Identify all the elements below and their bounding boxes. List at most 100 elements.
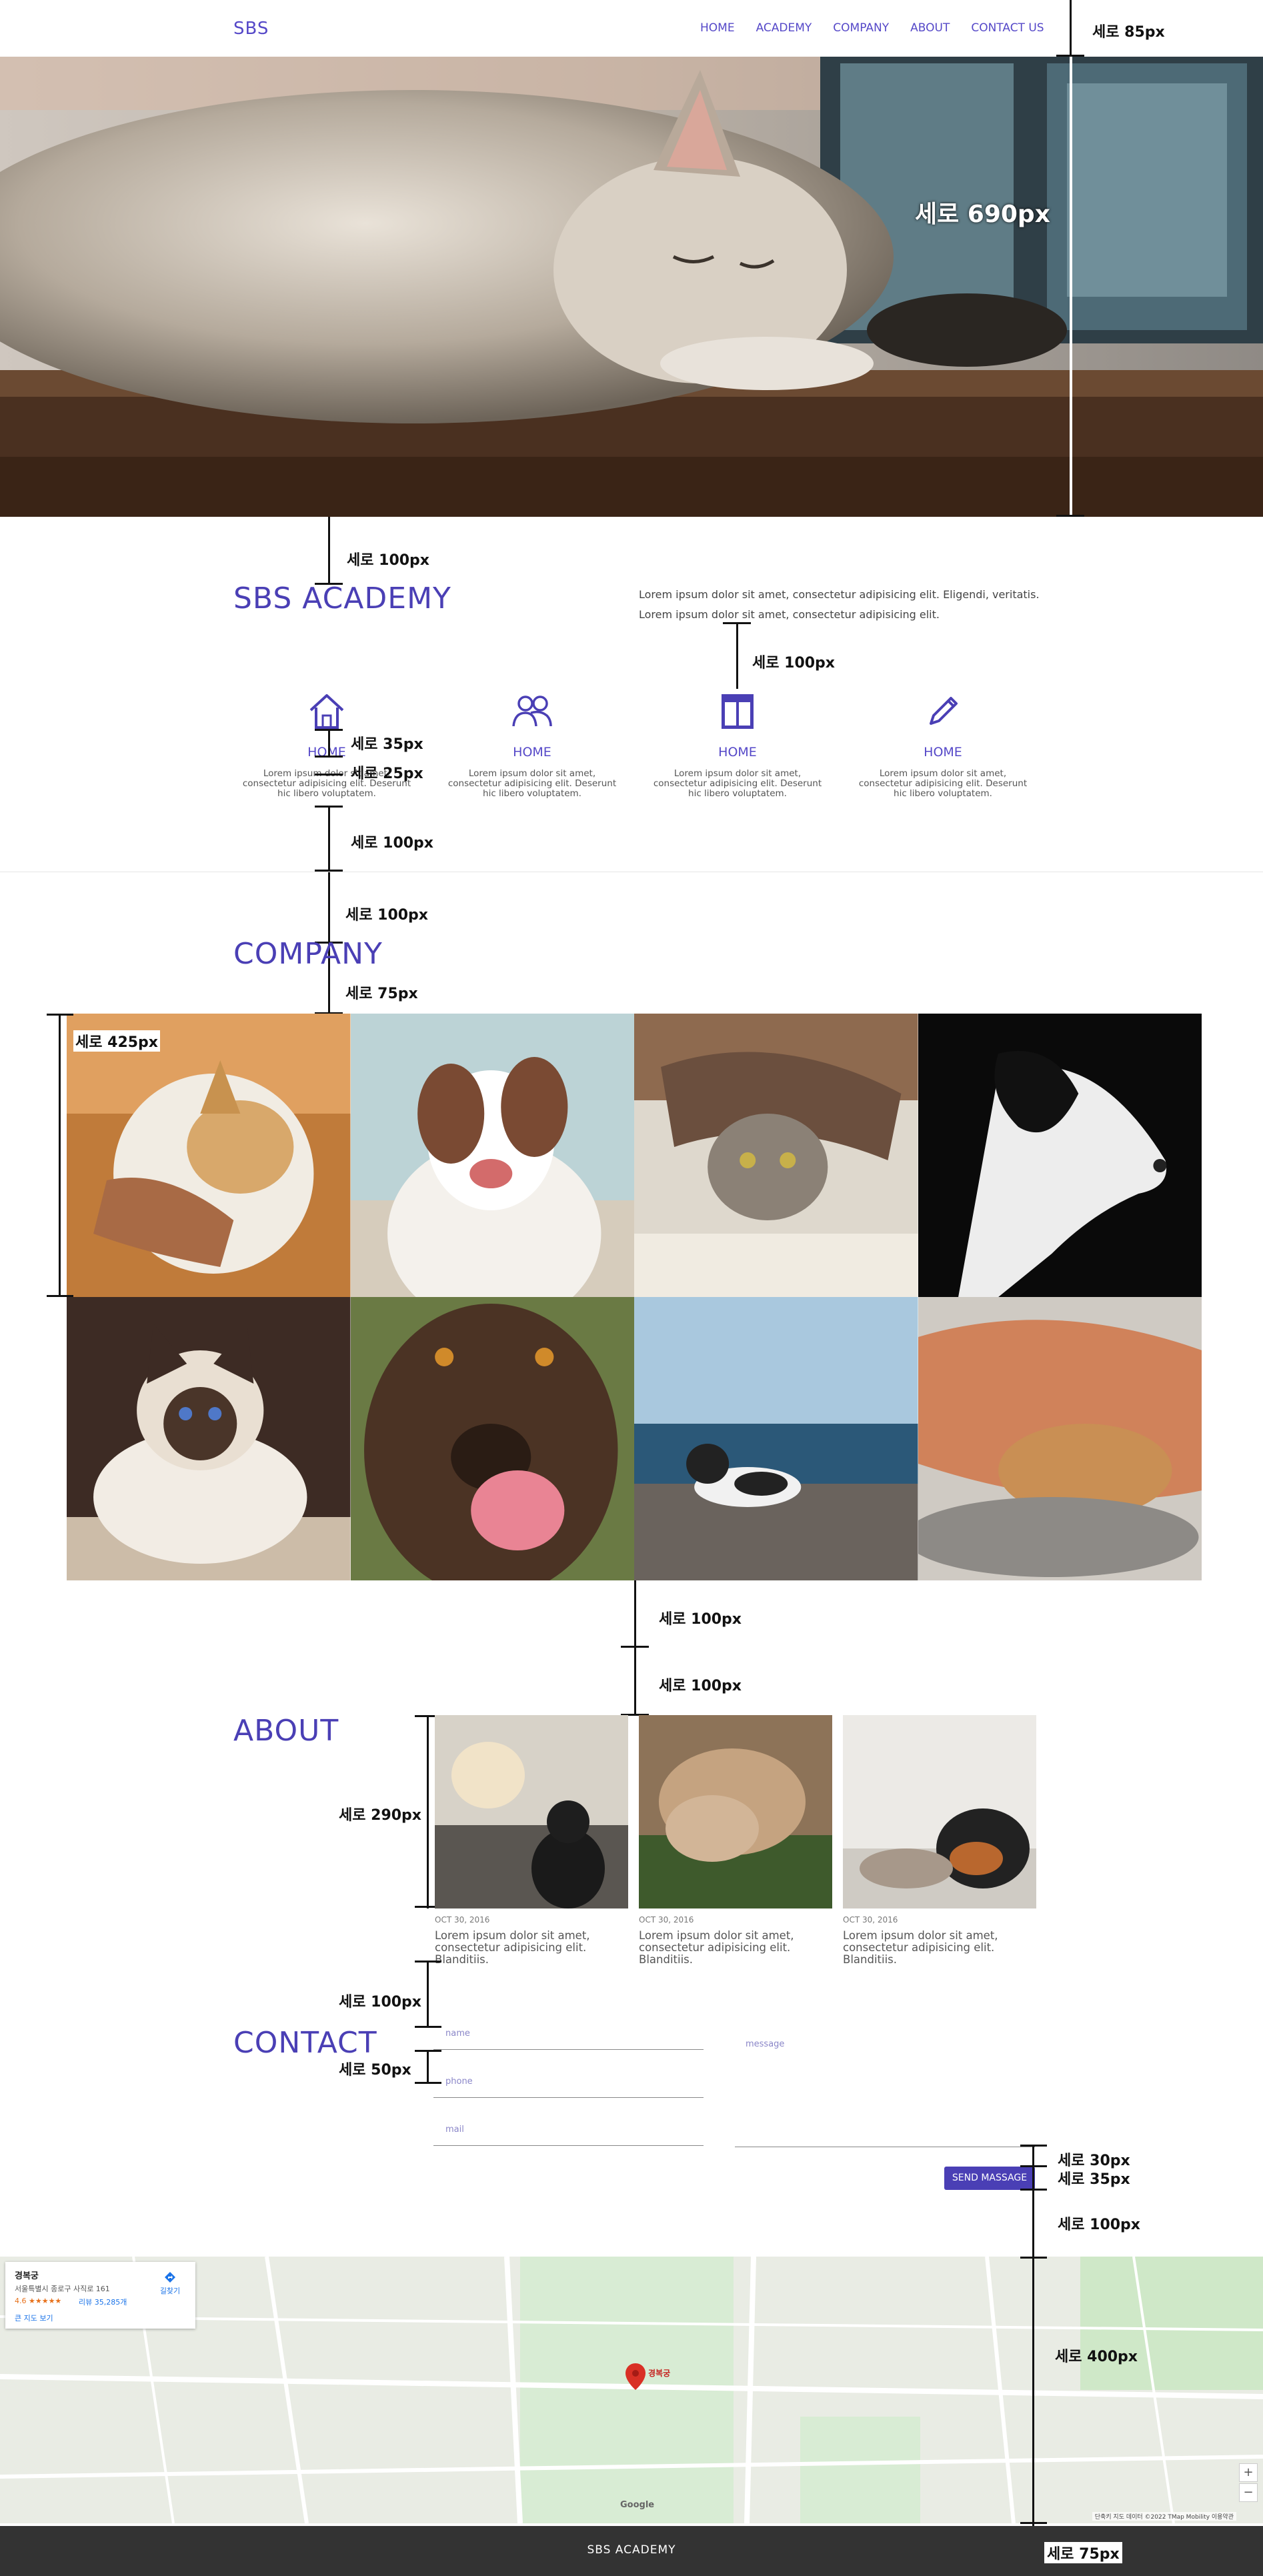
- dog-cat-photo: [843, 1715, 1036, 1908]
- measure-cap: [315, 806, 343, 808]
- feature-card-layout: HOME Lorem ipsum dolor sit amet, consect…: [648, 690, 828, 799]
- post-date: OCT 30, 2016: [843, 1915, 898, 1924]
- larger-map-link[interactable]: 큰 지도 보기: [15, 2313, 53, 2323]
- measure-label-post-height: 세로 290px: [339, 1807, 422, 1824]
- nav-home[interactable]: HOME: [700, 21, 735, 35]
- post-text: Lorem ipsum dolor sit amet, consectetur …: [435, 1929, 590, 1966]
- measure-cap: [1020, 2257, 1047, 2259]
- measure-cap: [315, 729, 343, 731]
- gallery-image-cat-hand[interactable]: [67, 1014, 351, 1297]
- nav-company[interactable]: COMPANY: [833, 21, 889, 35]
- measure-label-academy-top: 세로 100px: [347, 552, 430, 569]
- measure-cap: [1056, 515, 1084, 517]
- message-field[interactable]: message: [735, 2034, 1035, 2147]
- hero-cat-photo: [0, 57, 1263, 517]
- measure-label-gallery-bottom: 세로 100px: [659, 1611, 742, 1628]
- feature-title: HOME: [718, 745, 757, 760]
- gallery-image-dog-profile[interactable]: [918, 1014, 1202, 1297]
- feature-card-pencil: HOME Lorem ipsum dolor sit amet, consect…: [853, 690, 1033, 799]
- dog-photo: [918, 1297, 1202, 1580]
- measure-line-contact-top: [427, 1961, 429, 2027]
- gallery-image-siamese-cat[interactable]: [67, 1297, 351, 1580]
- message-placeholder: message: [746, 2039, 785, 2049]
- post-image-cat-kitten: [639, 1715, 832, 1908]
- measure-line-gallery-row: [59, 1014, 61, 1297]
- measure-cap: [47, 1295, 73, 1297]
- pencil-icon: [930, 697, 958, 725]
- gallery-image-dog-smile[interactable]: [350, 1014, 634, 1297]
- measure-line-contact-gap: [427, 2050, 429, 2083]
- measure-line-gallery-bottom: [634, 1580, 636, 1715]
- academy-description-line-1: Lorem ipsum dolor sit amet, consectetur …: [639, 588, 1040, 601]
- gallery-image-cat-blanket[interactable]: [634, 1014, 918, 1297]
- measure-cap: [1020, 2165, 1047, 2167]
- zoom-out-button[interactable]: −: [1239, 2483, 1258, 2502]
- feature-text: Lorem ipsum dolor sit amet, consectetur …: [447, 768, 617, 799]
- measure-label-contact-top: 세로 100px: [339, 1994, 422, 2011]
- main-nav: HOME ACADEMY COMPANY ABOUT CONTACT US: [700, 21, 1044, 35]
- map-marker-label: 경복궁: [648, 2369, 671, 2378]
- measure-line-academy-desc: [736, 622, 738, 689]
- mail-field[interactable]: mail: [433, 2119, 704, 2146]
- nav-academy[interactable]: ACADEMY: [756, 21, 812, 35]
- directions-button[interactable]: 길찾기: [157, 2271, 183, 2296]
- measure-cap: [315, 756, 343, 758]
- post-date: OCT 30, 2016: [639, 1915, 694, 1924]
- about-post[interactable]: OCT 30, 2016 Lorem ipsum dolor sit amet,…: [639, 1715, 832, 1966]
- name-field[interactable]: name: [433, 2023, 704, 2050]
- zoom-in-button[interactable]: +: [1239, 2463, 1258, 2482]
- phone-field[interactable]: phone: [433, 2071, 704, 2098]
- measure-label-title: 세로 25px: [351, 766, 423, 782]
- measure-cap: [47, 1014, 73, 1016]
- gallery-image-dog-blanket[interactable]: [918, 1297, 1202, 1580]
- feature-title: HOME: [924, 745, 962, 760]
- nav-contact-us[interactable]: CONTACT US: [971, 21, 1044, 35]
- home-icon: [309, 694, 344, 729]
- measure-cap: [1020, 2522, 1047, 2524]
- cat-photo: [634, 1014, 918, 1297]
- measure-label-btn-height: 세로 35px: [1058, 2171, 1130, 2188]
- cat-photo: [639, 1715, 832, 1908]
- phone-placeholder: phone: [445, 2077, 473, 2087]
- dog-photo: [918, 1014, 1202, 1297]
- measure-line-button: [1032, 2145, 1034, 2257]
- measure-cap: [723, 622, 751, 624]
- gallery-image-cat-sea[interactable]: [634, 1297, 918, 1580]
- send-message-button[interactable]: SEND MASSAGE: [944, 2167, 1035, 2190]
- place-reviews-link[interactable]: 리뷰 35,285개: [79, 2297, 127, 2307]
- site-header: SBS HOME ACADEMY COMPANY ABOUT CONTACT U…: [0, 0, 1263, 57]
- hero-image: [0, 57, 1263, 517]
- measure-cap: [415, 1961, 441, 1963]
- post-date: OCT 30, 2016: [435, 1915, 490, 1924]
- feature-text: Lorem ipsum dolor sit amet, consectetur …: [653, 768, 822, 799]
- site-logo[interactable]: SBS: [233, 19, 269, 39]
- academy-description-line-2: Lorem ipsum dolor sit amet, consectetur …: [639, 608, 940, 621]
- measure-label-company-title: 세로 75px: [345, 986, 418, 1002]
- feature-title: HOME: [513, 745, 551, 760]
- map-marker-icon[interactable]: [625, 2363, 646, 2390]
- measure-label-company-top: 세로 100px: [345, 907, 429, 924]
- post-text: Lorem ipsum dolor sit amet, consectetur …: [843, 1929, 998, 1966]
- measure-cap: [1056, 55, 1084, 57]
- name-placeholder: name: [445, 2029, 470, 2039]
- measure-label-academy-desc: 세로 100px: [752, 655, 836, 672]
- post-image-dog-cat: [435, 1715, 628, 1908]
- about-post[interactable]: OCT 30, 2016 Lorem ipsum dolor sit amet,…: [435, 1715, 628, 1966]
- nav-about[interactable]: ABOUT: [910, 21, 950, 35]
- measure-label-about-top: 세로 100px: [659, 1678, 742, 1694]
- dog-photo: [350, 1297, 634, 1580]
- contact-title: CONTACT: [233, 2026, 377, 2060]
- google-map[interactable]: 경복궁 경복궁 서울특별시 종로구 사직로 161 4.6 ★★★★★ 리뷰 3…: [0, 2257, 1263, 2523]
- measure-line-features-bottom: [328, 806, 330, 872]
- directions-icon: [165, 2272, 175, 2283]
- measure-label-footer: 세로 75px: [1044, 2542, 1122, 2563]
- users-icon: [512, 696, 552, 727]
- measure-cap: [1020, 2145, 1047, 2147]
- post-image-dog-kitten: [843, 1715, 1036, 1908]
- about-post[interactable]: OCT 30, 2016 Lorem ipsum dolor sit amet,…: [843, 1715, 1036, 1966]
- measure-label-contact-gap: 세로 50px: [339, 2062, 411, 2079]
- gallery-image-dog-tongue[interactable]: [350, 1297, 634, 1580]
- measure-cap: [315, 774, 343, 776]
- post-text: Lorem ipsum dolor sit amet, consectetur …: [639, 1929, 794, 1966]
- academy-title: SBS ACADEMY: [233, 581, 451, 615]
